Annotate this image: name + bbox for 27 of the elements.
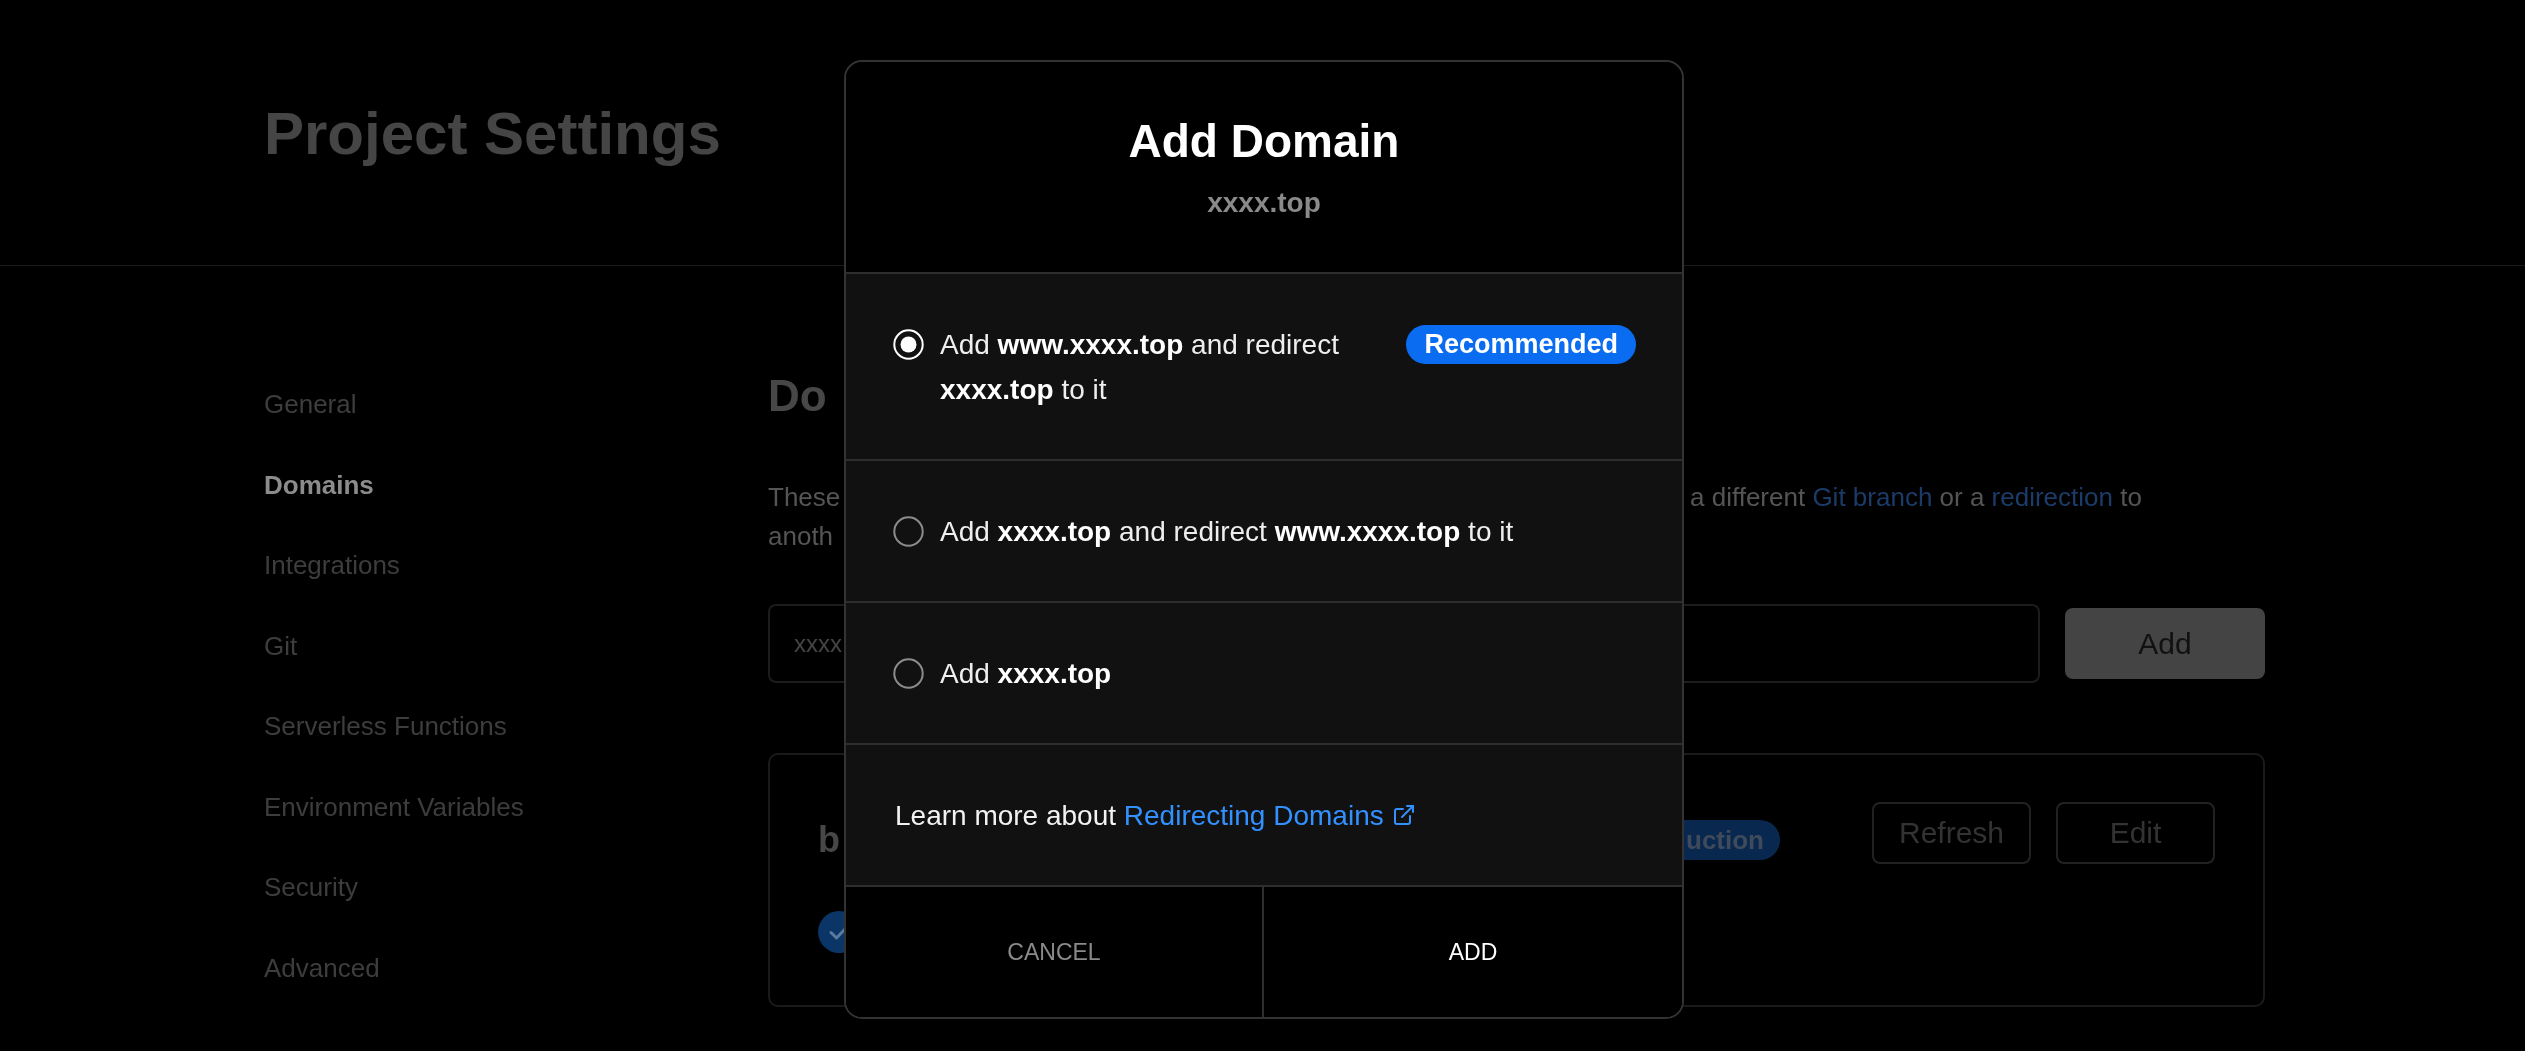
option-label: Add xxxx.top bbox=[940, 656, 1113, 691]
dialog-subtitle: xxxx.top bbox=[1207, 186, 1321, 220]
link[interactable]: Git branch bbox=[1812, 481, 1933, 512]
sidebar-item[interactable]: General bbox=[264, 384, 357, 424]
sidebar-item[interactable]: Domains bbox=[264, 464, 374, 505]
description-text: These anoth bbox=[768, 480, 841, 553]
dialog-title: Add Domain bbox=[1128, 114, 1400, 169]
option-label: Add xxxx.top and redirect www.xxxx.top to it bbox=[940, 514, 1515, 549]
help-text: Learn more about Redirecting Domains bbox=[895, 792, 1416, 838]
sidebar-item[interactable]: Integrations bbox=[264, 545, 400, 585]
sidebar-item[interactable]: Git bbox=[264, 625, 298, 666]
external-link-icon bbox=[1391, 803, 1416, 827]
option-label: Add www.xxxx.top and redirect xxxx.top to it bbox=[940, 327, 1340, 407]
page-title: Project Settings bbox=[264, 104, 721, 164]
recommended-badge: Recommended bbox=[1406, 324, 1636, 364]
cancel-button[interactable]: CANCEL bbox=[846, 887, 1264, 1017]
docs-link[interactable]: Redirecting Domains bbox=[1123, 792, 1416, 838]
section-heading: Do bbox=[768, 370, 827, 422]
sidebar-item[interactable]: Security bbox=[264, 867, 358, 907]
radio-button[interactable] bbox=[893, 515, 924, 547]
domain-name: b bbox=[818, 818, 841, 862]
sidebar-item[interactable]: Environment Variables bbox=[264, 786, 524, 827]
sidebar-item[interactable]: Serverless Functions bbox=[264, 706, 507, 746]
description-text: a different Git branch or a redirection to bbox=[1690, 480, 2142, 514]
sidebar-item[interactable]: Advanced bbox=[264, 947, 380, 988]
radio-button[interactable] bbox=[893, 657, 924, 689]
link[interactable]: redirection bbox=[1991, 481, 2113, 512]
